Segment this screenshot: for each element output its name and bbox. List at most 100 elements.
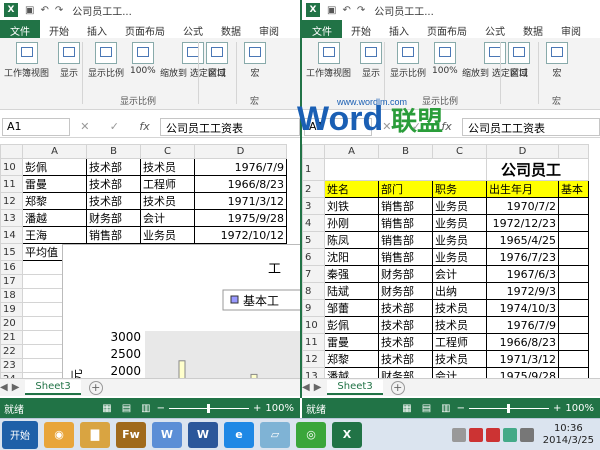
qq-icon[interactable] [485,427,500,442]
header-cell[interactable]: 基本 [558,180,589,198]
cell[interactable]: 雷曼 [324,333,379,351]
tab-insert[interactable]: 插入 [78,20,116,38]
zoom-button[interactable]: 显示比例 [88,42,124,79]
row-header[interactable]: 18 [0,288,23,303]
pinned-app-icon[interactable]: ◉ [44,421,74,448]
column-header[interactable]: B [378,144,433,159]
column-header[interactable]: D [194,144,287,159]
cell[interactable]: 邹蕾 [324,299,379,317]
cell[interactable]: 技术员 [432,350,487,368]
formula-input[interactable]: 公司员工工资表 [462,117,600,136]
window-button[interactable]: 窗口 [206,42,228,79]
cell[interactable]: 销售部 [378,197,433,215]
row-header[interactable]: 10 [302,316,325,334]
tray-icon[interactable] [451,427,466,442]
cell[interactable]: 销售部 [378,214,433,232]
header-cell[interactable]: 姓名 [324,180,379,198]
show-button[interactable]: 显示 [58,42,80,79]
cell[interactable]: 财务部 [378,367,433,378]
cell[interactable]: 技术部 [378,316,433,334]
zoom-100-button[interactable]: 100% [432,42,458,76]
page-layout-view-icon[interactable]: ▤ [122,403,131,414]
cell[interactable]: 王海 [22,226,87,244]
cell[interactable]: 财务部 [378,282,433,300]
column-header[interactable] [558,144,589,159]
row-header[interactable]: 2 [302,180,325,198]
cell[interactable]: 秦强 [324,265,379,283]
cell[interactable] [558,231,589,249]
excel-icon[interactable]: X [306,3,320,17]
cell[interactable] [558,282,589,300]
cell[interactable]: 1975/9/28 [194,209,287,227]
browser-icon[interactable]: ◎ [296,421,326,448]
cell[interactable] [558,367,589,378]
cell[interactable]: 技术部 [86,192,141,210]
zoom-track[interactable] [469,403,550,413]
row-header[interactable]: 15 [0,243,23,261]
cell[interactable]: 业务员 [432,214,487,232]
row-header[interactable]: 8 [302,282,325,300]
zoom-in-icon[interactable]: + [553,403,561,414]
row-header[interactable]: 7 [302,265,325,283]
row-header[interactable]: 4 [302,214,325,232]
cell[interactable]: 技术部 [378,350,433,368]
excel-icon[interactable]: X [4,3,18,17]
cell[interactable]: 1972/12/23 [486,214,559,232]
row-header[interactable]: 9 [302,299,325,317]
zoom-slider[interactable]: − +100% [457,403,594,414]
cell[interactable] [558,350,589,368]
zoom-out-icon[interactable]: − [457,403,465,414]
row-header[interactable]: 20 [0,316,23,331]
macros-button[interactable]: 宏 [244,42,266,79]
workbook-views-button[interactable]: 工作簿视图 [306,42,351,79]
row-header[interactable]: 10 [0,158,23,176]
cell[interactable]: 郑黎 [324,350,379,368]
start-button[interactable]: 开始 [2,420,38,449]
cell[interactable]: 技术员 [140,192,195,210]
row-header[interactable]: 6 [302,248,325,266]
cell[interactable]: 会计 [140,209,195,227]
cell[interactable]: 1976/7/9 [194,158,287,176]
workbook-views-button[interactable]: 工作簿视图 [4,42,49,79]
sheet-tab[interactable]: Sheet3 [327,380,383,395]
normal-view-icon[interactable]: ▦ [102,403,111,414]
cell[interactable]: 陆斌 [324,282,379,300]
row-header[interactable]: 22 [0,344,23,359]
cell[interactable]: 技术员 [140,158,195,176]
cell[interactable]: 技术部 [86,175,141,193]
add-sheet-icon[interactable]: + [390,380,405,395]
tab-review[interactable]: 审阅 [250,20,288,38]
cell[interactable]: 1976/7/9 [486,316,559,334]
row-header[interactable]: 17 [0,274,23,289]
macros-button[interactable]: 宏 [546,42,568,79]
cell[interactable]: 财务部 [86,209,141,227]
cell[interactable]: 1975/9/28 [486,367,559,378]
scroll-right-icon[interactable]: ▶ [314,382,322,393]
save-icon[interactable]: ▣ [327,5,336,16]
tab-insert[interactable]: 插入 [380,20,418,38]
tab-file[interactable]: 文件 [0,20,40,38]
zoom-100-button[interactable]: 100% [130,42,156,76]
cell[interactable]: 彭佩 [324,316,379,334]
cell[interactable] [324,158,487,181]
column-header[interactable]: A [22,144,87,159]
corner-cell[interactable] [0,144,23,159]
enter-icon[interactable]: ✓ [110,120,119,133]
cell[interactable] [558,316,589,334]
cell[interactable] [558,214,589,232]
cell[interactable]: 技术部 [378,333,433,351]
cell[interactable] [558,265,589,283]
save-icon[interactable]: ▣ [25,5,34,16]
cell[interactable]: 陈凤 [324,231,379,249]
excel-taskbar-icon[interactable]: X [332,421,362,448]
cell[interactable]: 孙刚 [324,214,379,232]
redo-icon[interactable]: ↷ [357,5,365,16]
cell[interactable]: 工程师 [140,175,195,193]
header-cell[interactable]: 出生年月 [486,180,559,198]
cell[interactable]: 1965/4/25 [486,231,559,249]
cell[interactable]: 潘越 [22,209,87,227]
sheet-tab[interactable]: Sheet3 [25,380,81,395]
app-icon[interactable]: ▱ [260,421,290,448]
cell[interactable]: 技术部 [86,158,141,176]
clock[interactable]: 10:36 2014/3/25 [543,423,594,447]
